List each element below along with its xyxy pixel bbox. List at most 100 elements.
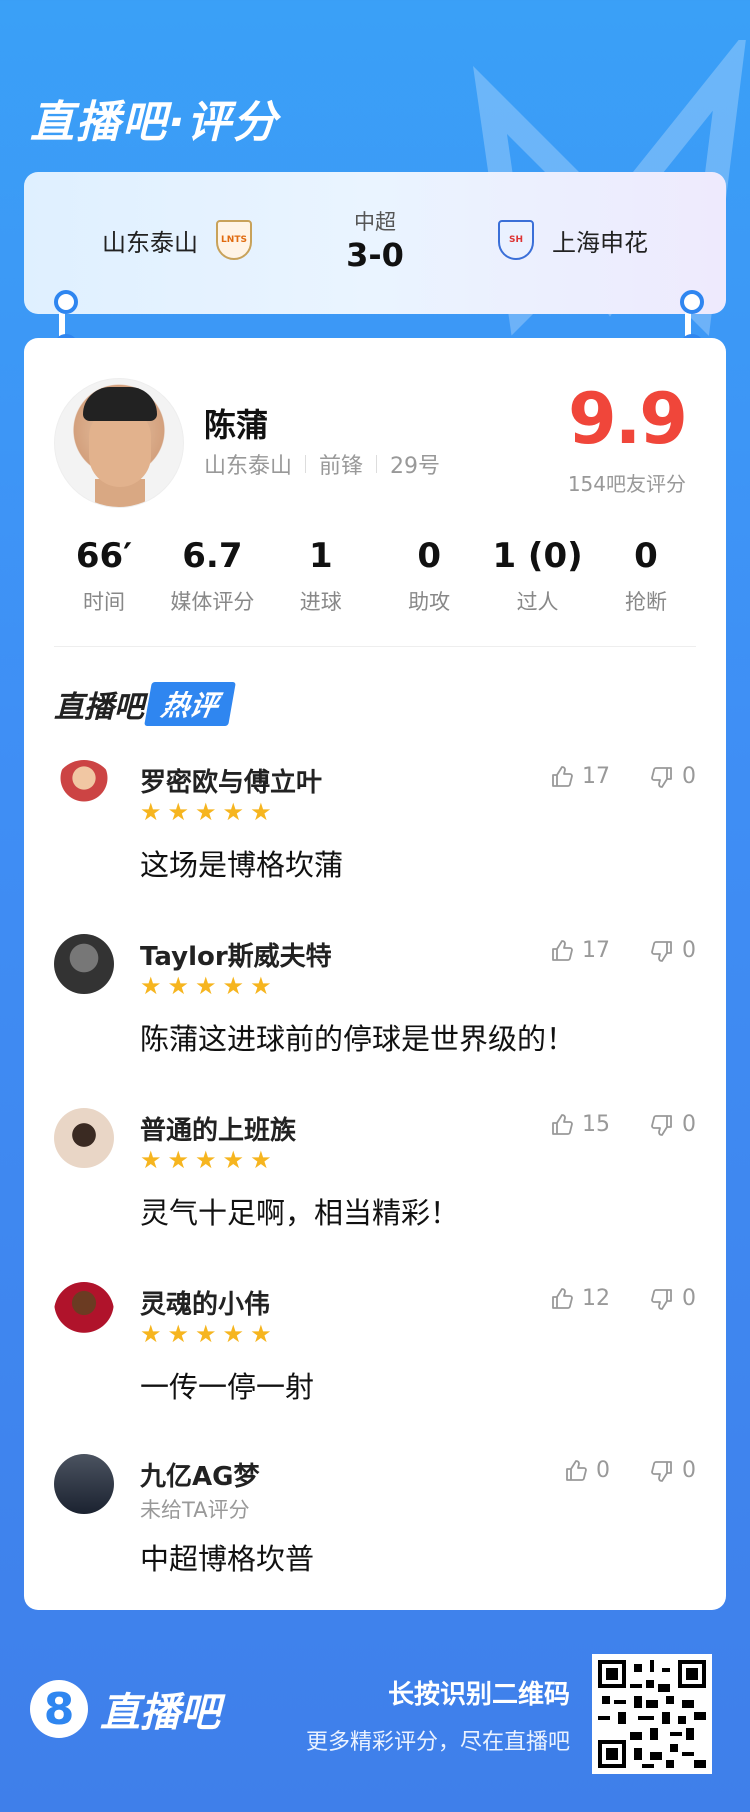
hot-comments-title: 直播吧 — [54, 690, 144, 725]
stat-tackles: 0 抢断 — [596, 534, 696, 616]
stat-value: 66′ — [75, 536, 133, 576]
comment-stars: ★★★★★ — [140, 972, 278, 1000]
stat-label: 助攻 — [408, 590, 451, 614]
like-button[interactable]: 0 — [564, 1458, 610, 1483]
dislike-button[interactable]: 0 — [650, 938, 696, 963]
player-position: 前锋 — [319, 454, 364, 479]
dislike-count: 0 — [682, 1112, 696, 1137]
stat-goals: 1 进球 — [271, 534, 371, 616]
like-button[interactable]: 15 — [550, 1112, 610, 1137]
footer-brand-name: 直播吧 — [100, 1690, 220, 1736]
page-title: 直播吧·评分 — [30, 97, 279, 148]
comment-actions: 0 0 — [564, 1458, 696, 1483]
comment-username[interactable]: 普通的上班族 — [140, 1110, 296, 1147]
like-button[interactable]: 17 — [550, 764, 610, 789]
thumbs-up-icon — [552, 1113, 573, 1135]
player-number: 29号 — [390, 454, 441, 479]
comment-item: Taylor斯威夫特 ★★★★★ 陈蒲这进球前的停球是世界级的！ 17 0 — [54, 924, 696, 1084]
comment-stars: ★★★★★ — [140, 798, 278, 826]
like-count: 12 — [582, 1286, 610, 1311]
stat-value: 0 — [634, 536, 658, 576]
dislike-button[interactable]: 0 — [650, 1112, 696, 1137]
section-divider — [54, 646, 696, 647]
comment-username[interactable]: Taylor斯威夫特 — [140, 936, 332, 973]
comment-text: 陈蒲这进球前的停球是世界级的！ — [140, 1022, 576, 1056]
stat-assists: 0 助攻 — [379, 534, 479, 616]
thumbs-down-icon — [651, 1288, 672, 1310]
thumbs-down-icon — [651, 940, 672, 962]
hot-comments-header: 直播吧 热评 — [54, 682, 236, 726]
dislike-count: 0 — [682, 1286, 696, 1311]
comment-text: 灵气十足啊，相当精彩！ — [140, 1196, 460, 1230]
user-avatar[interactable] — [54, 934, 114, 994]
stat-value: 1 — [308, 536, 333, 576]
stat-time: 66′ 时间 — [54, 534, 154, 616]
dislike-button[interactable]: 0 — [650, 1286, 696, 1311]
stat-dribbles: 1 (0) 过人 — [488, 534, 588, 616]
away-team-crest-icon: SH — [498, 220, 534, 260]
thumbs-down-icon — [651, 1114, 672, 1136]
dislike-button[interactable]: 0 — [650, 764, 696, 789]
hot-comments-tag: 热评 — [144, 682, 236, 726]
comment-actions: 12 0 — [550, 1286, 696, 1311]
qr-code-icon — [598, 1660, 706, 1768]
stat-label: 媒体评分 — [170, 590, 255, 614]
comment-item: 罗密欧与傅立叶 ★★★★★ 这场是博格坎蒲 17 0 — [54, 750, 696, 910]
player-rating: 9.9 — [567, 378, 688, 460]
thumbs-down-icon — [651, 1460, 672, 1482]
user-avatar[interactable] — [54, 1454, 114, 1514]
away-team: SH 上海申花 — [498, 220, 648, 260]
dislike-count: 0 — [682, 938, 696, 963]
stat-value: 6.7 — [182, 536, 243, 576]
away-team-name: 上海申花 — [552, 228, 648, 257]
comment-username[interactable]: 灵魂的小伟 — [140, 1284, 270, 1321]
player-stats: 66′ 时间 6.7 媒体评分 1 进球 0 助攻 1 (0) 过人 0 抢断 — [54, 534, 696, 616]
like-button[interactable]: 17 — [550, 938, 610, 963]
comment-text: 一传一停一射 — [140, 1370, 315, 1404]
footer-tagline: 更多精彩评分，尽在直播吧 — [305, 1730, 570, 1755]
like-button[interactable]: 12 — [550, 1286, 610, 1311]
comment-item: 灵魂的小伟 ★★★★★ 一传一停一射 12 0 — [54, 1272, 696, 1432]
comment-text: 中超博格坎普 — [140, 1542, 315, 1576]
stat-label: 进球 — [299, 590, 342, 614]
player-name: 陈蒲 — [204, 406, 269, 444]
thumbs-up-icon — [566, 1459, 587, 1481]
user-avatar[interactable] — [54, 1282, 114, 1342]
comment-actions: 17 0 — [550, 764, 696, 789]
comment-actions: 15 0 — [550, 1112, 696, 1137]
stat-label: 抢断 — [624, 590, 667, 614]
dislike-button[interactable]: 0 — [650, 1458, 696, 1483]
thumbs-up-icon — [552, 765, 573, 787]
stat-label: 过人 — [516, 590, 559, 614]
user-avatar[interactable] — [54, 1108, 114, 1168]
comment-stars: ★★★★★ — [140, 1320, 278, 1348]
stat-value: 1 (0) — [492, 536, 583, 576]
like-count: 17 — [582, 938, 610, 963]
footer-qr-hint: 长按识别二维码 — [387, 1680, 570, 1710]
like-count: 15 — [582, 1112, 610, 1137]
brand-logo-icon: 8 — [30, 1680, 88, 1738]
player-rating-card: 陈蒲 山东泰山 前锋 29号 9.9 154吧友评分 66′ 时间 6.7 媒体… — [24, 338, 726, 1610]
user-avatar[interactable] — [54, 760, 114, 820]
footer: 8 直播吧 长按识别二维码 更多精彩评分，尽在直播吧 — [0, 1640, 750, 1812]
match-card: 山东泰山 LNTS 中超 3-0 SH 上海申花 — [24, 172, 726, 314]
comment-item: 普通的上班族 ★★★★★ 灵气十足啊，相当精彩！ 15 0 — [54, 1098, 696, 1258]
comment-username[interactable]: 九亿AG梦 — [140, 1456, 259, 1493]
dislike-count: 0 — [682, 764, 696, 789]
player-team: 山东泰山 — [204, 454, 293, 479]
qr-code[interactable] — [592, 1654, 712, 1774]
comment-item: 九亿AG梦 未给TA评分 中超博格坎普 0 0 — [54, 1444, 696, 1604]
comment-unrated-label: 未给TA评分 — [140, 1498, 250, 1522]
stat-value: 0 — [417, 536, 441, 576]
thumbs-up-icon — [552, 939, 573, 961]
meta-divider — [305, 455, 307, 473]
stat-label: 时间 — [83, 590, 125, 614]
thumbs-down-icon — [651, 766, 672, 788]
comment-username[interactable]: 罗密欧与傅立叶 — [140, 762, 322, 799]
meta-divider — [376, 455, 378, 473]
like-count: 17 — [582, 764, 610, 789]
comment-stars: ★★★★★ — [140, 1146, 278, 1174]
like-count: 0 — [596, 1458, 610, 1483]
dislike-count: 0 — [682, 1458, 696, 1483]
comment-actions: 17 0 — [550, 938, 696, 963]
